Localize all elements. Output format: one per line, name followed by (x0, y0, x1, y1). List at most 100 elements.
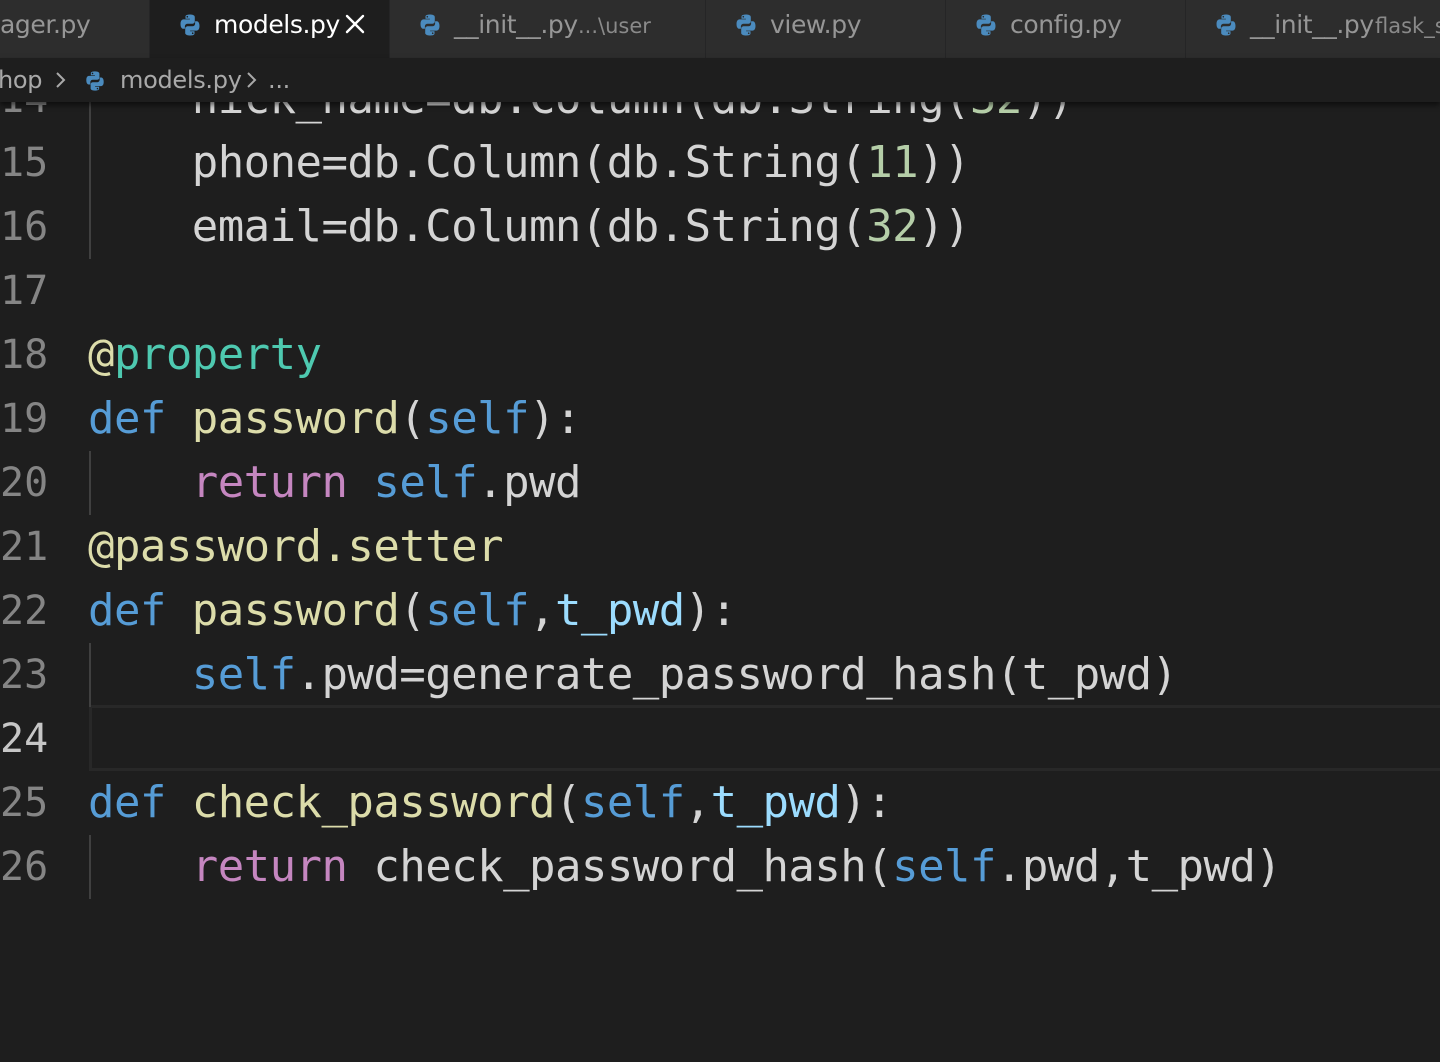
code-token: ( (554, 777, 582, 828)
code-token: return (191, 457, 348, 508)
code-token: ): (840, 777, 893, 828)
code-token: phone=db.Column(db.String( (88, 137, 867, 188)
indent-guide (89, 835, 91, 899)
line-number: 19 (0, 396, 49, 442)
code-token: self (191, 649, 296, 700)
editor-tab-bar: ager.py models.py __init__.py ...\user v… (0, 0, 1440, 58)
chevron-right-icon (247, 72, 257, 88)
indent-guide (89, 102, 91, 259)
code-editor[interactable]: 14 nick_name=db.Column(db.String(32))15 … (0, 102, 1440, 1062)
breadcrumb: hop models.py ... (0, 58, 1440, 102)
line-number: 23 (0, 652, 49, 698)
tab-label: config.py (1010, 10, 1122, 39)
code-token: )) (1022, 102, 1074, 124)
line-number: 16 (0, 204, 49, 250)
code-token: return (191, 841, 348, 892)
breadcrumb-symbol[interactable]: ... (268, 64, 290, 96)
breadcrumb-folder[interactable]: hop (0, 64, 43, 96)
indent-guide (89, 643, 91, 707)
code-token: self (425, 585, 530, 636)
code-line[interactable]: 16 email=db.Column(db.String(32)) (0, 195, 1440, 259)
code-text: phone=db.Column(db.String(11)) (88, 131, 971, 195)
code-line[interactable]: 15 phone=db.Column(db.String(11)) (0, 131, 1440, 195)
code-token: )) (918, 201, 970, 252)
code-token: , (684, 777, 712, 828)
code-token: @ (88, 329, 115, 380)
tab-description: ...\user (578, 14, 651, 38)
tab-label: ager.py (0, 10, 91, 39)
code-token: email=db.Column(db.String( (88, 201, 867, 252)
code-line[interactable]: 26 return check_password_hash(self.pwd,t… (0, 835, 1440, 899)
code-text: @property (88, 323, 322, 387)
code-line[interactable]: 23 self.pwd=generate_password_hash(t_pwd… (0, 643, 1440, 707)
code-editor-window: ager.py models.py __init__.py ...\user v… (0, 0, 1440, 1062)
tab-label: __init__.py (454, 10, 578, 39)
tab-manager-py[interactable]: ager.py (0, 0, 150, 58)
line-number: 20 (0, 460, 49, 506)
code-line[interactable]: 25 def check_password(self,t_pwd): (0, 771, 1440, 835)
code-text: def password(self,t_pwd): (88, 579, 737, 643)
code-token: check_password (191, 777, 556, 828)
code-token: .pwd=generate_password_hash(t_pwd) (295, 649, 1179, 700)
code-line[interactable]: 14 nick_name=db.Column(db.String(32)) (0, 102, 1440, 131)
python-icon (736, 14, 756, 36)
code-token: ( (399, 393, 426, 444)
code-text: nick_name=db.Column(db.String(32)) (88, 102, 1075, 131)
tab-description: flask_s (1375, 14, 1440, 38)
line-number: 22 (0, 588, 49, 634)
line-number: 21 (0, 524, 49, 570)
code-token: self (892, 841, 996, 892)
python-icon (180, 14, 200, 36)
code-token: ): (684, 585, 737, 636)
code-token: property (113, 329, 322, 380)
close-icon[interactable] (343, 12, 367, 36)
line-number: 18 (0, 332, 49, 378)
line-number: 14 (0, 102, 48, 131)
code-token: )) (918, 137, 970, 188)
line-number: 26 (0, 844, 49, 890)
code-token: t_pwd (710, 777, 841, 828)
python-icon (86, 71, 104, 91)
code-token: self (373, 457, 478, 508)
code-text: email=db.Column(db.String(32)) (88, 195, 971, 259)
indent-guide (89, 451, 91, 515)
code-token: ( (399, 585, 426, 636)
code-text: def password(self): (88, 387, 581, 451)
code-token: ): (529, 393, 581, 444)
tab-label: view.py (770, 10, 862, 39)
tab-label: models.py (214, 10, 340, 39)
python-icon (1216, 14, 1236, 36)
tab-view-py[interactable]: view.py (706, 0, 946, 58)
code-line[interactable]: 22 def password(self,t_pwd): (0, 579, 1440, 643)
tab-config-py[interactable]: config.py (946, 0, 1186, 58)
line-number: 15 (0, 140, 49, 186)
tab-models-py[interactable]: models.py (150, 0, 390, 58)
code-token: password (191, 585, 400, 636)
tab-init-py-user[interactable]: __init__.py ...\user (390, 0, 706, 58)
code-line[interactable]: 19 def password(self): (0, 387, 1440, 451)
code-line[interactable]: 20 return self.pwd (0, 451, 1440, 515)
line-number: 25 (0, 780, 49, 826)
tab-init-py-flask[interactable]: __init__.py flask_s (1186, 0, 1440, 58)
code-token: def (88, 585, 166, 636)
code-line[interactable]: 18 @property (0, 323, 1440, 387)
code-token: def (88, 777, 166, 828)
code-token: nick_name=db.Column(db.String( (88, 102, 971, 124)
code-token: .pwd,t_pwd) (995, 841, 1282, 892)
breadcrumb-file[interactable]: models.py (120, 64, 242, 96)
code-token: 32 (970, 102, 1022, 124)
code-token: self (580, 777, 685, 828)
tab-label: __init__.py (1250, 10, 1374, 39)
code-line[interactable]: 21 @password.setter (0, 515, 1440, 579)
code-token: , (529, 585, 556, 636)
code-token: password (191, 393, 400, 444)
code-token: 11 (866, 137, 919, 188)
code-line[interactable]: 24 (0, 707, 1440, 771)
code-line[interactable]: 17 (0, 259, 1440, 323)
python-icon (976, 14, 996, 36)
